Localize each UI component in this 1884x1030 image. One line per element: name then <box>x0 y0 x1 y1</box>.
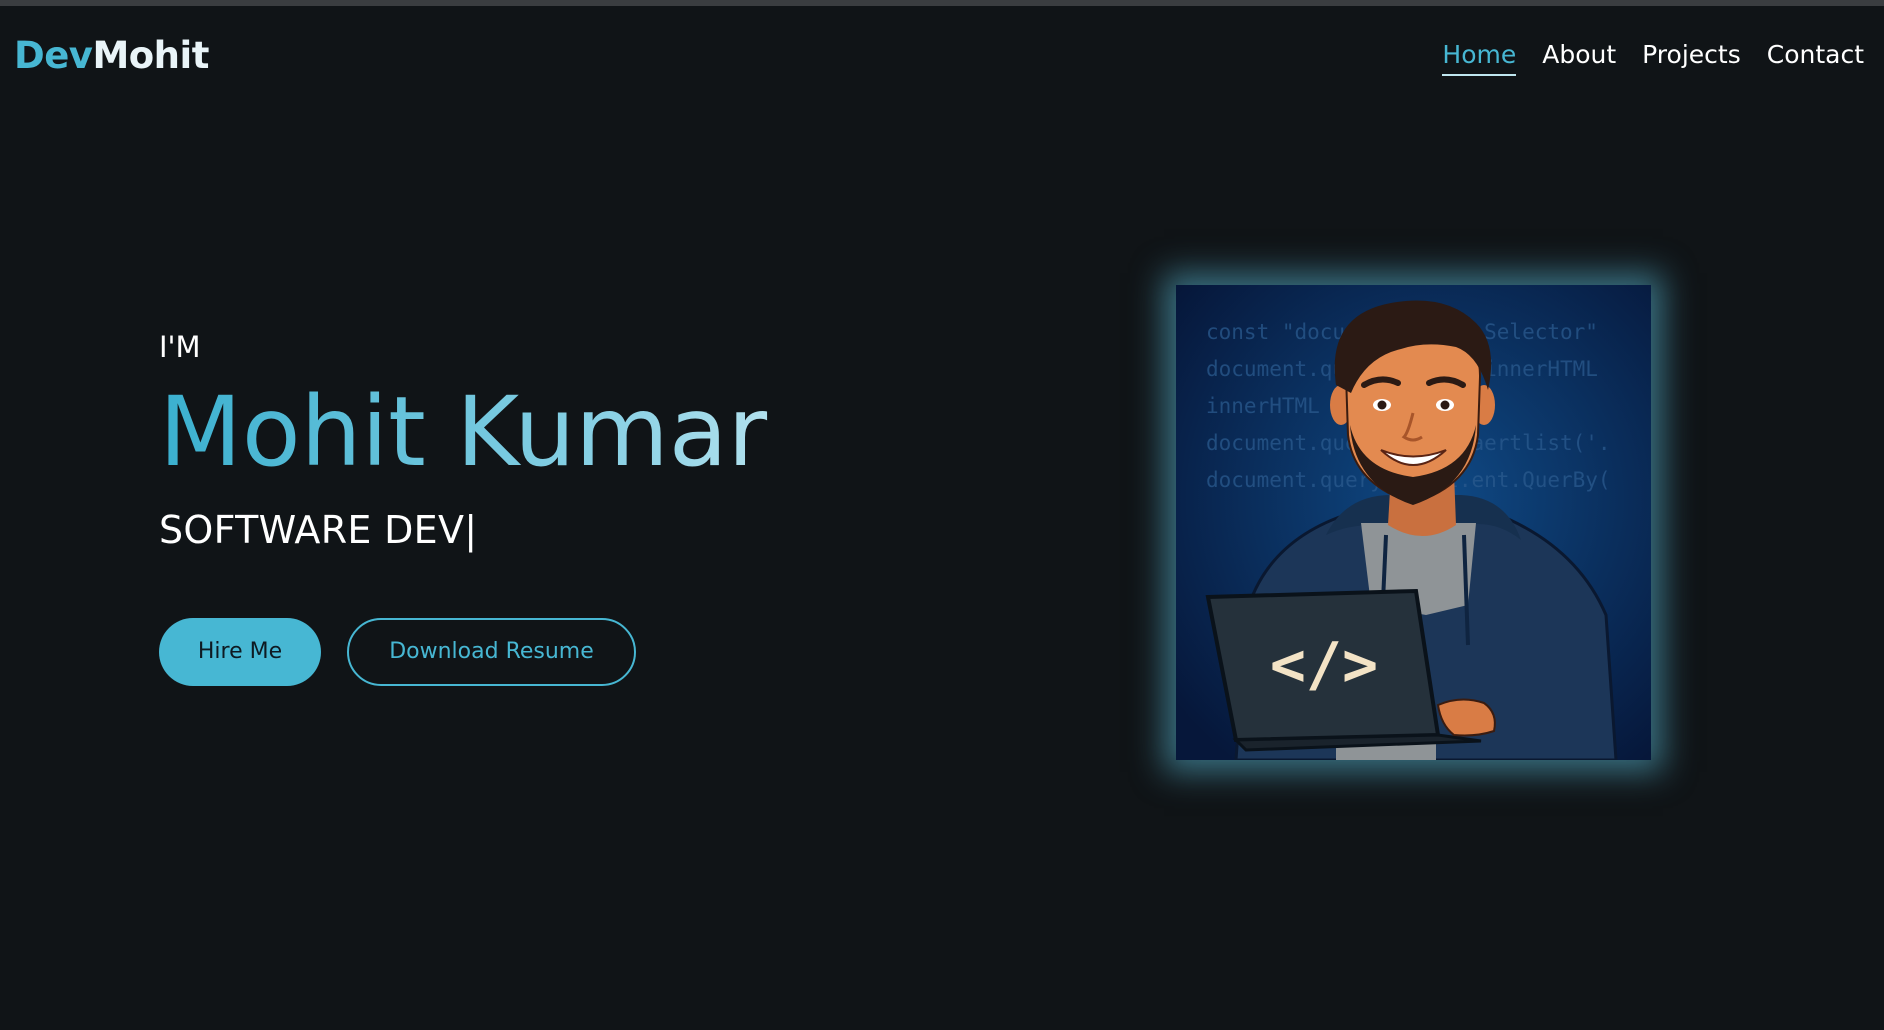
avatar-illustration: const "document.Query.Selector" document… <box>1176 285 1651 760</box>
site-logo[interactable]: DevMohit <box>14 34 209 77</box>
code-line-3: innerHTML <box>1206 394 1320 418</box>
hero-text: I'M Mohit Kumar SOFTWARE DEV| Hire Me Do… <box>159 330 1019 686</box>
nav-link-about[interactable]: About <box>1542 40 1616 76</box>
hero-role: SOFTWARE DEV| <box>159 508 1019 552</box>
typing-cursor: | <box>464 507 478 552</box>
nav-link-contact[interactable]: Contact <box>1767 40 1864 76</box>
nav-link-home[interactable]: Home <box>1442 40 1517 76</box>
hero-buttons: Hire Me Download Resume <box>159 617 1019 686</box>
hero-name: Mohit Kumar <box>159 379 1019 486</box>
hire-me-button[interactable]: Hire Me <box>159 617 321 686</box>
role-text: SOFTWARE DEV <box>159 507 465 552</box>
profile-avatar-image: const "document.Query.Selector" document… <box>1176 285 1651 760</box>
logo-part-dev: Dev <box>14 34 93 77</box>
nav-links: Home About Projects Contact <box>1442 40 1864 76</box>
nav-link-projects[interactable]: Projects <box>1642 40 1741 76</box>
navbar: DevMohit Home About Projects Contact <box>0 6 1884 106</box>
right-pupil <box>1440 400 1450 410</box>
logo-part-name: Mohit <box>92 34 209 77</box>
hero-intro: I'M <box>159 330 201 364</box>
laptop-code-icon: </> <box>1270 630 1378 700</box>
left-pupil <box>1377 400 1387 410</box>
download-resume-button[interactable]: Download Resume <box>347 617 636 686</box>
